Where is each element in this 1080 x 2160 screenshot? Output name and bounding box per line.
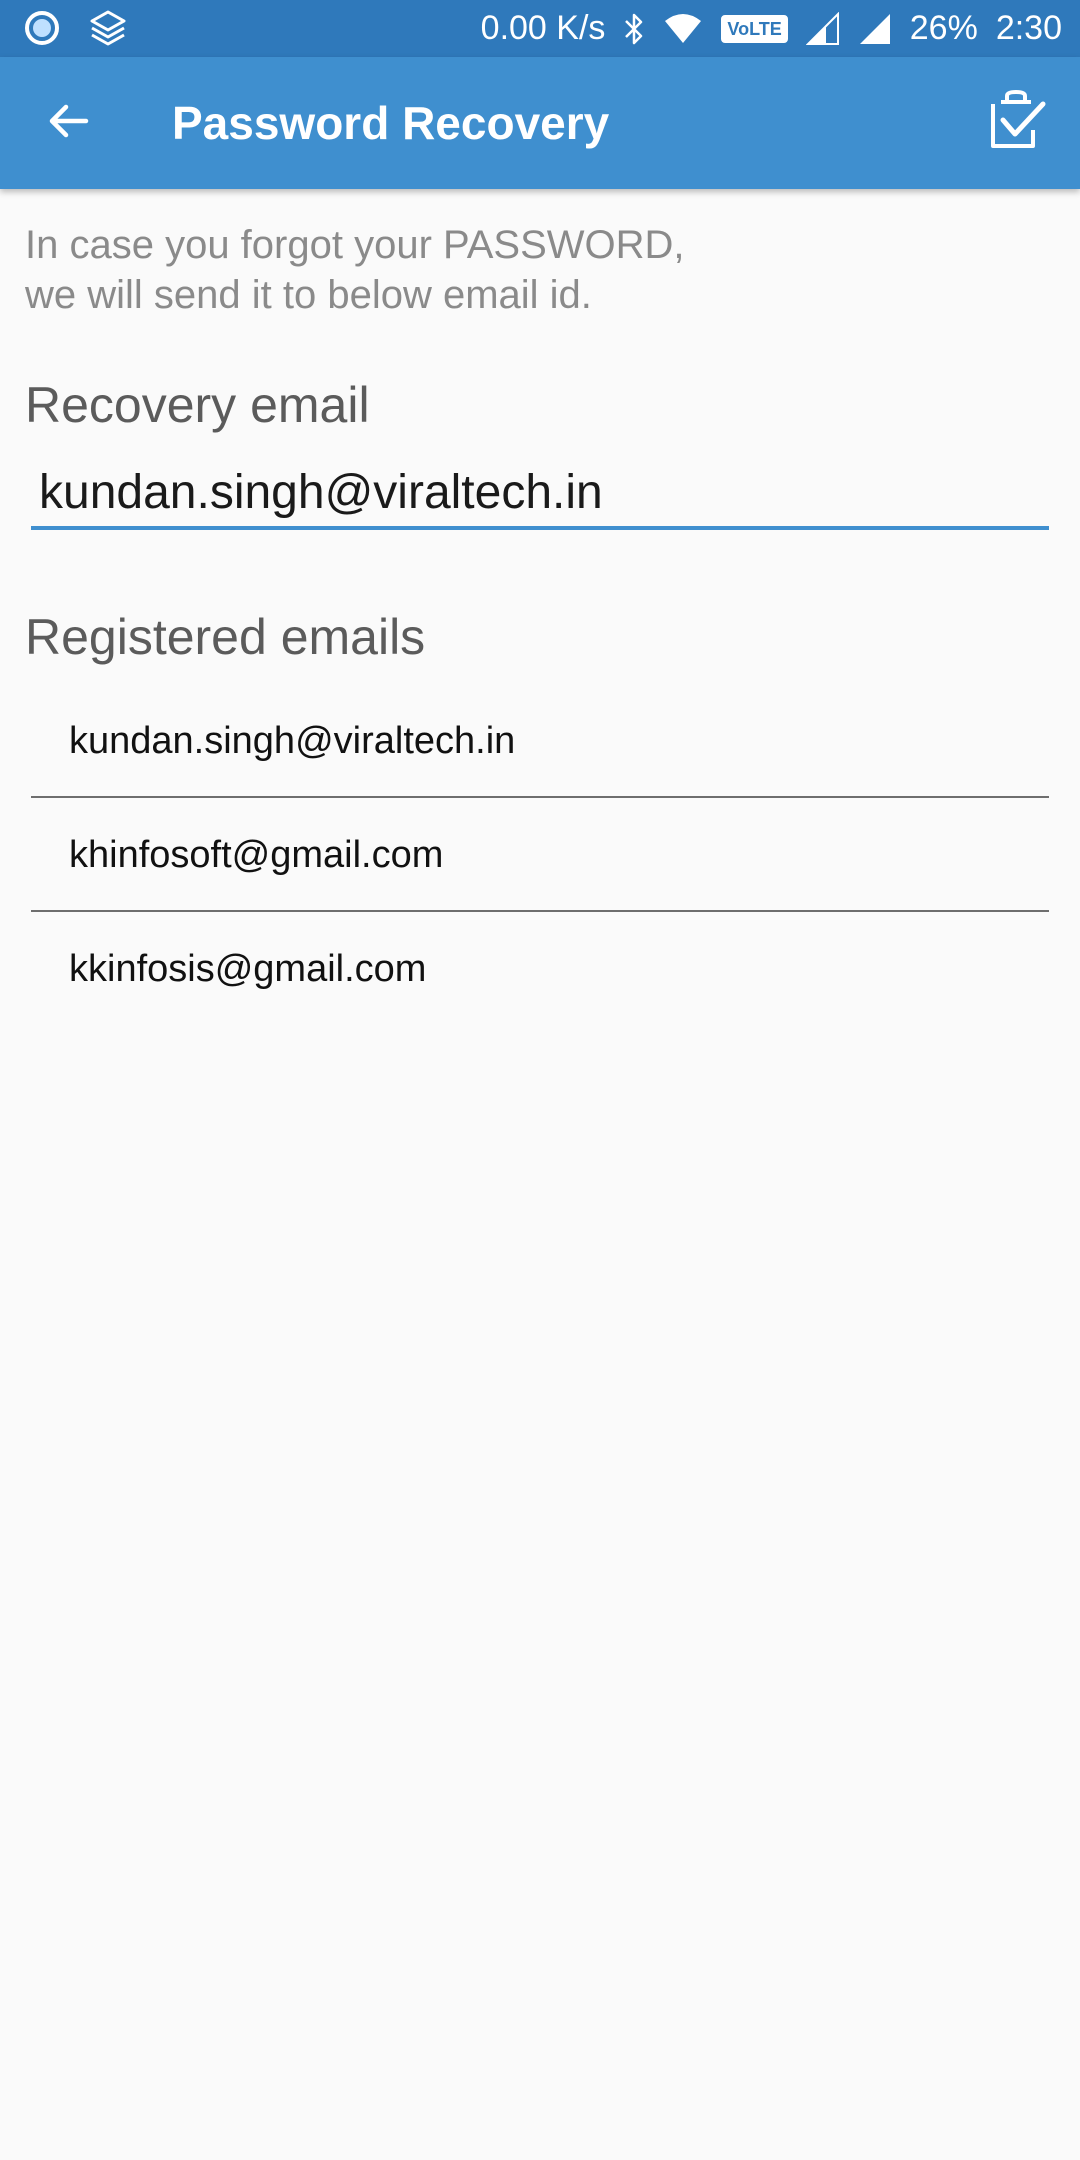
info-line-2: we will send it to below email id. (25, 273, 592, 317)
wifi-icon (663, 13, 703, 45)
net-speed: 0.00 K/s (480, 9, 606, 47)
registered-email-list: kundan.singh@viraltech.in khinfosoft@gma… (31, 684, 1049, 1026)
registered-email-item[interactable]: kkinfosis@gmail.com (31, 912, 1049, 1026)
status-bar: 0.00 K/s VoLTE 26% 2:30 (0, 0, 1080, 57)
clipboard-check-icon (985, 89, 1047, 157)
registered-emails-label: Registered emails (25, 609, 426, 665)
confirm-button[interactable] (980, 87, 1052, 159)
clock: 2:30 (995, 9, 1062, 47)
recovery-email-label: Recovery email (25, 377, 370, 433)
back-button[interactable] (36, 91, 100, 155)
recovery-email-input[interactable] (31, 458, 1049, 530)
circle-app-icon (24, 10, 60, 46)
battery-level: 26% (909, 9, 978, 47)
bluetooth-icon (623, 12, 645, 46)
volte-badge: VoLTE (721, 14, 788, 43)
page-title: Password Recovery (172, 97, 610, 149)
recovery-info-text: In case you forgot your PASSWORD, we wil… (25, 220, 925, 320)
layers-icon (88, 8, 128, 48)
info-line-1: In case you forgot your PASSWORD, (25, 223, 685, 267)
signal-r-icon (805, 11, 840, 46)
signal-icon (858, 12, 892, 46)
app-bar: Password Recovery (0, 57, 1080, 189)
arrow-left-icon (46, 99, 90, 148)
registered-email-item[interactable]: kundan.singh@viraltech.in (31, 684, 1049, 798)
registered-email-item[interactable]: khinfosoft@gmail.com (31, 798, 1049, 912)
